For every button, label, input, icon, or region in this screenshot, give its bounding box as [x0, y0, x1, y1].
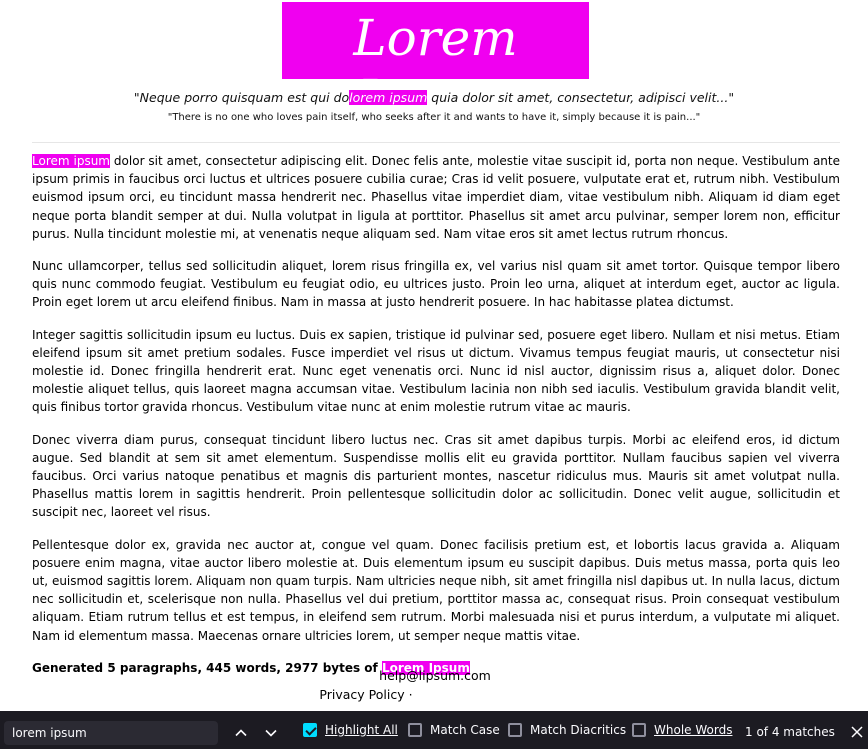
divider: [32, 142, 840, 143]
quote-highlight: lorem ipsum: [349, 90, 428, 105]
match-diacritics-label: Match Diacritics: [530, 723, 627, 737]
quote-main-post: quia dolor sit amet, consectetur, adipis…: [427, 90, 735, 105]
lipsum-content: Lorem ipsum dolor sit amet, consectetur …: [32, 152, 840, 691]
whole-words-check-icon: [632, 723, 646, 737]
paragraph-4: Donec viverra diam purus, consequat tinc…: [32, 432, 840, 520]
footer: help@lipsum.com Privacy Policy ·: [0, 668, 868, 702]
find-bar: lorem ipsum Highlight All Match Case Mat…: [0, 711, 868, 749]
paragraph-3: Integer sagittis sollicitudin ipsum eu l…: [32, 327, 840, 415]
paragraph-1-text: dolor sit amet, consectetur adipiscing e…: [32, 154, 841, 241]
paragraph-1-highlight: Lorem ipsum: [32, 154, 110, 168]
match-case-checkbox[interactable]: Match Case: [408, 723, 500, 737]
privacy-policy-link[interactable]: Privacy Policy ·: [0, 687, 868, 702]
close-find-bar-button[interactable]: [848, 721, 866, 741]
find-input[interactable]: lorem ipsum: [4, 721, 218, 745]
close-icon: [851, 725, 863, 738]
highlight-all-label: Highlight All: [325, 723, 398, 737]
match-diacritics-checkbox[interactable]: Match Diacritics: [508, 723, 626, 737]
paragraph-2: Nunc ullamcorper, tellus sed sollicitudi…: [32, 259, 840, 310]
logo-text: Lorem Ipsum: [353, 9, 518, 127]
email-link[interactable]: help@lipsum.com: [0, 668, 868, 683]
chevron-down-icon: [265, 729, 277, 737]
paragraph-1: Lorem ipsum dolor sit amet, consectetur …: [32, 152, 840, 243]
highlight-all-checkbox[interactable]: Highlight All: [303, 723, 398, 737]
paragraph-5: Pellentesque dolor ex, gravida nec aucto…: [32, 537, 840, 643]
chevron-up-icon: [235, 729, 247, 737]
match-diacritics-check-icon: [508, 723, 522, 737]
match-count: 1 of 4 matches: [745, 725, 835, 739]
find-next-button[interactable]: [259, 721, 283, 745]
quote-sub: "There is no one who loves pain itself, …: [167, 112, 701, 123]
quote-main-pre: "Neque porro quisquam est qui do: [133, 90, 350, 105]
find-previous-button[interactable]: [229, 721, 253, 745]
quote-main: "Neque porro quisquam est qui dolorem ip…: [0, 90, 868, 105]
whole-words-label: Whole Words: [654, 723, 733, 737]
highlight-all-check-icon: [303, 723, 317, 737]
logo[interactable]: Lorem Ipsum: [282, 2, 589, 127]
whole-words-checkbox[interactable]: Whole Words: [632, 723, 732, 737]
match-case-label: Match Case: [430, 723, 500, 737]
match-case-check-icon: [408, 723, 422, 737]
